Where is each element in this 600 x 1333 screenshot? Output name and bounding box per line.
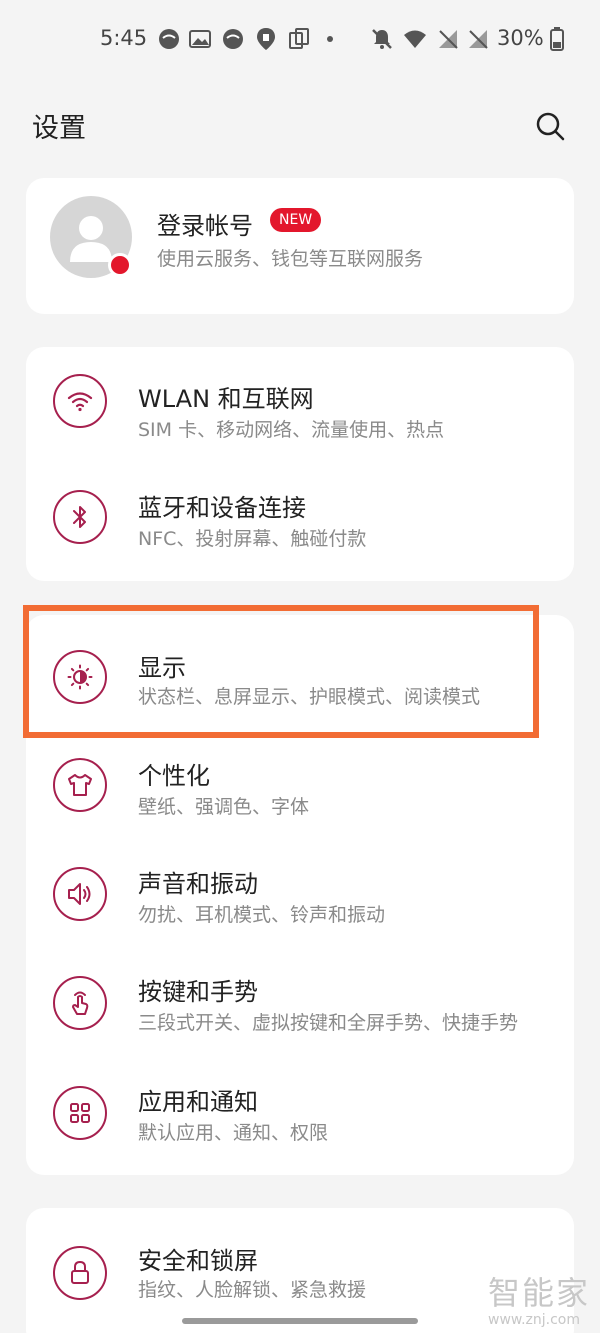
lock-icon (53, 1246, 107, 1300)
dot-icon (318, 27, 342, 51)
settings-item-title: 声音和振动 (138, 870, 258, 898)
battery-level: 30% (497, 26, 544, 50)
battery-icon (545, 27, 569, 51)
bluetooth-icon (53, 490, 107, 544)
settings-item-subtitle: 指纹、人脸解锁、紧急救援 (138, 1279, 367, 1301)
settings-item-personalization[interactable]: 个性化 壁纸、强调色、字体 (26, 723, 574, 831)
account-card[interactable]: 登录帐号 NEW 使用云服务、钱包等互联网服务 (26, 178, 574, 314)
page-header: 设置 (0, 78, 600, 174)
settings-item-title: 蓝牙和设备连接 (138, 494, 306, 522)
settings-group-connectivity: WLAN 和互联网 SIM 卡、移动网络、流量使用、热点 蓝牙和设备连接 NFC… (26, 347, 574, 581)
settings-item-subtitle: 勿扰、耳机模式、铃声和振动 (138, 904, 386, 926)
settings-item-subtitle: SIM 卡、移动网络、流量使用、热点 (138, 419, 445, 441)
notification-circle-icon (221, 27, 245, 51)
wifi-icon (53, 374, 107, 428)
settings-item-subtitle: NFC、投射屏幕、触碰付款 (138, 528, 367, 550)
notification-circle-icon (157, 27, 181, 51)
settings-item-subtitle: 三段式开关、虚拟按键和全屏手势、快捷手势 (138, 1012, 519, 1034)
apps-grid-icon (53, 1086, 107, 1140)
settings-item-apps[interactable]: 应用和通知 默认应用、通知、权限 (26, 1051, 574, 1159)
mute-bell-icon (370, 27, 394, 51)
copy-icon (287, 27, 311, 51)
wifi-icon (403, 27, 427, 51)
signal-off-icon (466, 27, 490, 51)
search-icon[interactable] (528, 104, 572, 148)
account-title: 登录帐号 (157, 212, 253, 240)
settings-item-bluetooth[interactable]: 蓝牙和设备连接 NFC、投射屏幕、触碰付款 (26, 455, 574, 563)
location-icon (254, 27, 278, 51)
new-badge: NEW (270, 208, 322, 232)
highlight-box (23, 605, 539, 738)
gesture-icon (53, 976, 107, 1030)
settings-item-title: 按键和手势 (138, 978, 258, 1006)
image-icon (188, 27, 212, 51)
settings-item-title: 应用和通知 (138, 1088, 258, 1116)
settings-item-title: WLAN 和互联网 (138, 385, 314, 413)
settings-item-gestures[interactable]: 按键和手势 三段式开关、虚拟按键和全屏手势、快捷手势 (26, 942, 574, 1050)
status-bar: 5:45 30% (0, 0, 600, 78)
settings-item-wlan[interactable]: WLAN 和互联网 SIM 卡、移动网络、流量使用、热点 (26, 347, 574, 455)
watermark-text: 智能家 (488, 1274, 591, 1312)
tshirt-icon (53, 758, 107, 812)
status-time: 5:45 (100, 26, 148, 50)
watermark: 智能家 www.znj.com (488, 1268, 590, 1328)
settings-item-sound[interactable]: 声音和振动 勿扰、耳机模式、铃声和振动 (26, 833, 574, 941)
page-title: 设置 (32, 113, 86, 144)
watermark-url: www.znj.com (488, 1312, 580, 1328)
home-indicator[interactable] (182, 1318, 418, 1324)
settings-item-title: 安全和锁屏 (138, 1247, 258, 1275)
settings-item-subtitle: 壁纸、强调色、字体 (138, 796, 310, 818)
notification-dot (108, 253, 132, 277)
settings-item-title: 个性化 (138, 762, 210, 790)
account-subtitle: 使用云服务、钱包等互联网服务 (157, 248, 424, 270)
signal-off-icon (436, 27, 460, 51)
speaker-icon (53, 867, 107, 921)
settings-item-subtitle: 默认应用、通知、权限 (138, 1122, 329, 1144)
